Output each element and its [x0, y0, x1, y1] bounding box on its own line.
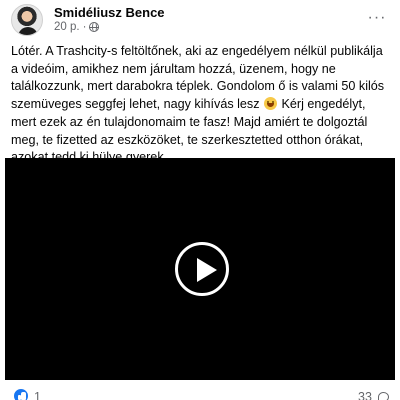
video-player[interactable]	[5, 158, 395, 380]
post-time[interactable]: 20 p.	[54, 21, 80, 33]
comment-icon[interactable]	[378, 392, 389, 400]
facebook-post: Smidéliusz Bence 20 p. · ··· Lótér. A Tr…	[0, 0, 400, 400]
meta-separator: ·	[82, 21, 87, 33]
post-meta: 20 p. ·	[54, 21, 100, 33]
more-options-button[interactable]: ···	[363, 8, 391, 28]
post-header: Smidéliusz Bence 20 p. · ···	[11, 4, 391, 36]
reaction-count[interactable]: 1	[34, 390, 41, 400]
play-button[interactable]	[175, 242, 229, 296]
author-name[interactable]: Smidéliusz Bence	[54, 5, 165, 20]
globe-icon	[89, 22, 100, 32]
post-text: Lótér. A Trashcity-s feltöltőnek, aki az…	[11, 43, 387, 167]
smiling-face-emoji-icon	[264, 97, 278, 111]
play-icon	[197, 258, 217, 282]
like-icon[interactable]	[13, 388, 29, 400]
more-options-icon: ···	[367, 9, 387, 26]
comment-count[interactable]: 33	[358, 390, 372, 400]
author-avatar[interactable]	[11, 4, 43, 36]
post-footer: 1 33	[0, 384, 400, 400]
